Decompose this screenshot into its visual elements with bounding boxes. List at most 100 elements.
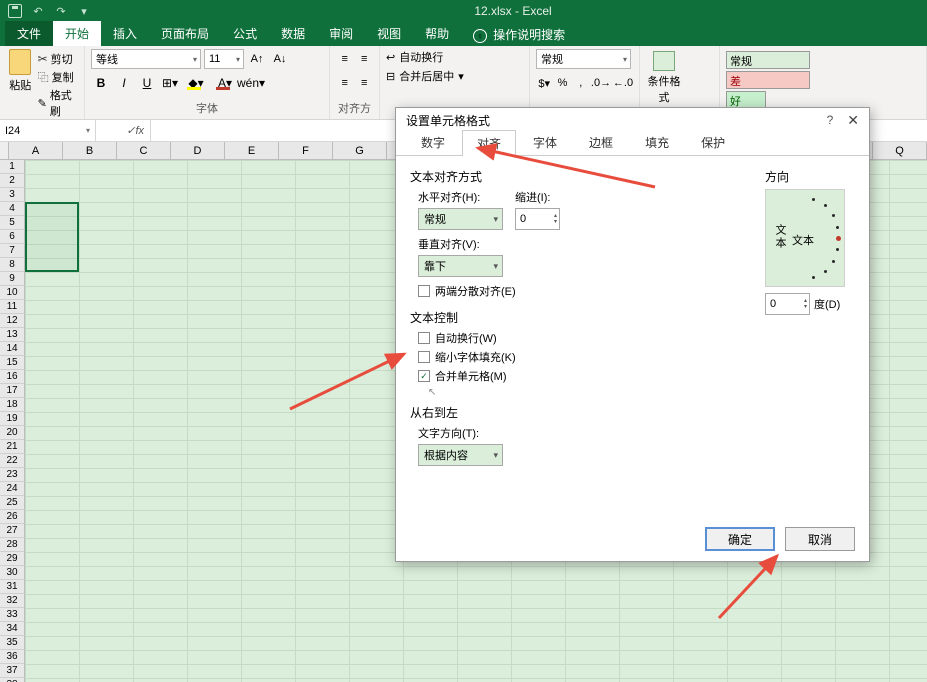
row-header-24[interactable]: 24 (0, 482, 25, 496)
fill-color-button[interactable]: ◆▾ (183, 73, 209, 93)
close-icon[interactable]: ✕ (847, 112, 859, 129)
row-header-26[interactable]: 26 (0, 510, 25, 524)
border-button[interactable]: ⊞▾ (160, 73, 180, 93)
phonetic-button[interactable]: wén▾ (241, 73, 261, 93)
row-header-5[interactable]: 5 (0, 216, 25, 230)
col-header-F[interactable]: F (279, 142, 333, 160)
row-header-17[interactable]: 17 (0, 384, 25, 398)
row-header-11[interactable]: 11 (0, 300, 25, 314)
align-middle-button[interactable]: ≡ (356, 49, 374, 69)
row-header-7[interactable]: 7 (0, 244, 25, 258)
tab-view[interactable]: 视图 (365, 21, 413, 46)
format-painter-button[interactable]: ✎格式刷 (38, 87, 78, 119)
underline-button[interactable]: U (137, 73, 157, 93)
italic-button[interactable]: I (114, 73, 134, 93)
tab-fill[interactable]: 填充 (630, 129, 684, 155)
row-header-12[interactable]: 12 (0, 314, 25, 328)
row-header-16[interactable]: 16 (0, 370, 25, 384)
row-header-23[interactable]: 23 (0, 468, 25, 482)
row-header-27[interactable]: 27 (0, 524, 25, 538)
copy-button[interactable]: ⿻复制 (38, 69, 78, 85)
col-header-E[interactable]: E (225, 142, 279, 160)
tab-file[interactable]: 文件 (5, 21, 53, 46)
row-header-2[interactable]: 2 (0, 174, 25, 188)
paste-button[interactable]: 粘贴 (6, 49, 35, 93)
style-bad[interactable]: 差 (726, 71, 810, 89)
tab-insert[interactable]: 插入 (101, 21, 149, 46)
justify-checkbox[interactable] (418, 285, 430, 297)
font-name-select[interactable]: 等线 (91, 49, 201, 69)
tab-number[interactable]: 数字 (406, 129, 460, 155)
increase-font-button[interactable]: A↑ (247, 49, 267, 69)
tab-home[interactable]: 开始 (53, 21, 101, 46)
ok-button[interactable]: 确定 (705, 527, 775, 551)
row-header-32[interactable]: 32 (0, 594, 25, 608)
percent-button[interactable]: % (554, 73, 570, 93)
col-header-B[interactable]: B (63, 142, 117, 160)
v-align-select[interactable]: 靠下 (418, 255, 503, 277)
increase-decimal-button[interactable]: .0→ (591, 73, 611, 93)
comma-button[interactable]: , (573, 73, 589, 93)
number-format-select[interactable]: 常规 (536, 49, 631, 69)
undo-icon[interactable]: ↶ (29, 3, 47, 19)
align-top-button[interactable]: ≡ (336, 49, 354, 69)
row-header-31[interactable]: 31 (0, 580, 25, 594)
decrease-font-button[interactable]: A↓ (270, 49, 290, 69)
name-box[interactable]: I24 (0, 120, 96, 141)
font-color-button[interactable]: A▾ (212, 73, 238, 93)
row-header-13[interactable]: 13 (0, 328, 25, 342)
row-header-3[interactable]: 3 (0, 188, 25, 202)
row-header-14[interactable]: 14 (0, 342, 25, 356)
row-header-8[interactable]: 8 (0, 258, 25, 272)
style-normal[interactable]: 常规 (726, 51, 810, 69)
row-header-33[interactable]: 33 (0, 608, 25, 622)
wrap-text-button[interactable]: ↩自动换行 (386, 49, 523, 65)
align-center-button[interactable]: ≡ (356, 73, 374, 93)
row-header-28[interactable]: 28 (0, 538, 25, 552)
row-header-34[interactable]: 34 (0, 622, 25, 636)
row-header-35[interactable]: 35 (0, 636, 25, 650)
row-header-10[interactable]: 10 (0, 286, 25, 300)
orientation-diagram[interactable]: 文本 文本 (765, 189, 845, 287)
select-all-corner[interactable] (0, 142, 9, 160)
degree-spinner[interactable]: 0 (765, 293, 810, 315)
indent-spinner[interactable]: 0 (515, 208, 560, 230)
merge-center-button[interactable]: ⊟合并后居中▾ (386, 68, 523, 84)
col-header-C[interactable]: C (117, 142, 171, 160)
wrap-checkbox[interactable] (418, 332, 430, 344)
row-header-1[interactable]: 1 (0, 160, 25, 174)
row-header-29[interactable]: 29 (0, 552, 25, 566)
row-header-38[interactable]: 38 (0, 678, 25, 682)
col-header-D[interactable]: D (171, 142, 225, 160)
shrink-checkbox[interactable] (418, 351, 430, 363)
row-header-18[interactable]: 18 (0, 398, 25, 412)
tab-border[interactable]: 边框 (574, 129, 628, 155)
conditional-format-button[interactable]: 条件格式 (646, 49, 682, 105)
tab-layout[interactable]: 页面布局 (149, 21, 221, 46)
tab-font-dlg[interactable]: 字体 (518, 129, 572, 155)
tab-data[interactable]: 数据 (269, 21, 317, 46)
cut-button[interactable]: ✂剪切 (38, 51, 78, 67)
dialog-help-button[interactable]: ? (827, 113, 834, 127)
col-header-G[interactable]: G (333, 142, 387, 160)
tab-protect[interactable]: 保护 (686, 129, 740, 155)
tab-review[interactable]: 审阅 (317, 21, 365, 46)
fx-label[interactable]: ✓ fx (96, 120, 151, 141)
row-header-15[interactable]: 15 (0, 356, 25, 370)
bold-button[interactable]: B (91, 73, 111, 93)
save-icon[interactable] (6, 3, 24, 19)
tell-me-input[interactable]: 操作说明搜索 (493, 26, 565, 46)
row-header-4[interactable]: 4 (0, 202, 25, 216)
row-header-21[interactable]: 21 (0, 440, 25, 454)
row-header-37[interactable]: 37 (0, 664, 25, 678)
row-header-19[interactable]: 19 (0, 412, 25, 426)
row-header-20[interactable]: 20 (0, 426, 25, 440)
tab-help[interactable]: 帮助 (413, 21, 461, 46)
decrease-decimal-button[interactable]: ←.0 (613, 73, 633, 93)
col-header-A[interactable]: A (9, 142, 63, 160)
col-header-Q[interactable]: Q (873, 142, 927, 160)
row-header-25[interactable]: 25 (0, 496, 25, 510)
row-header-30[interactable]: 30 (0, 566, 25, 580)
accounting-button[interactable]: $▾ (536, 73, 552, 93)
row-header-36[interactable]: 36 (0, 650, 25, 664)
